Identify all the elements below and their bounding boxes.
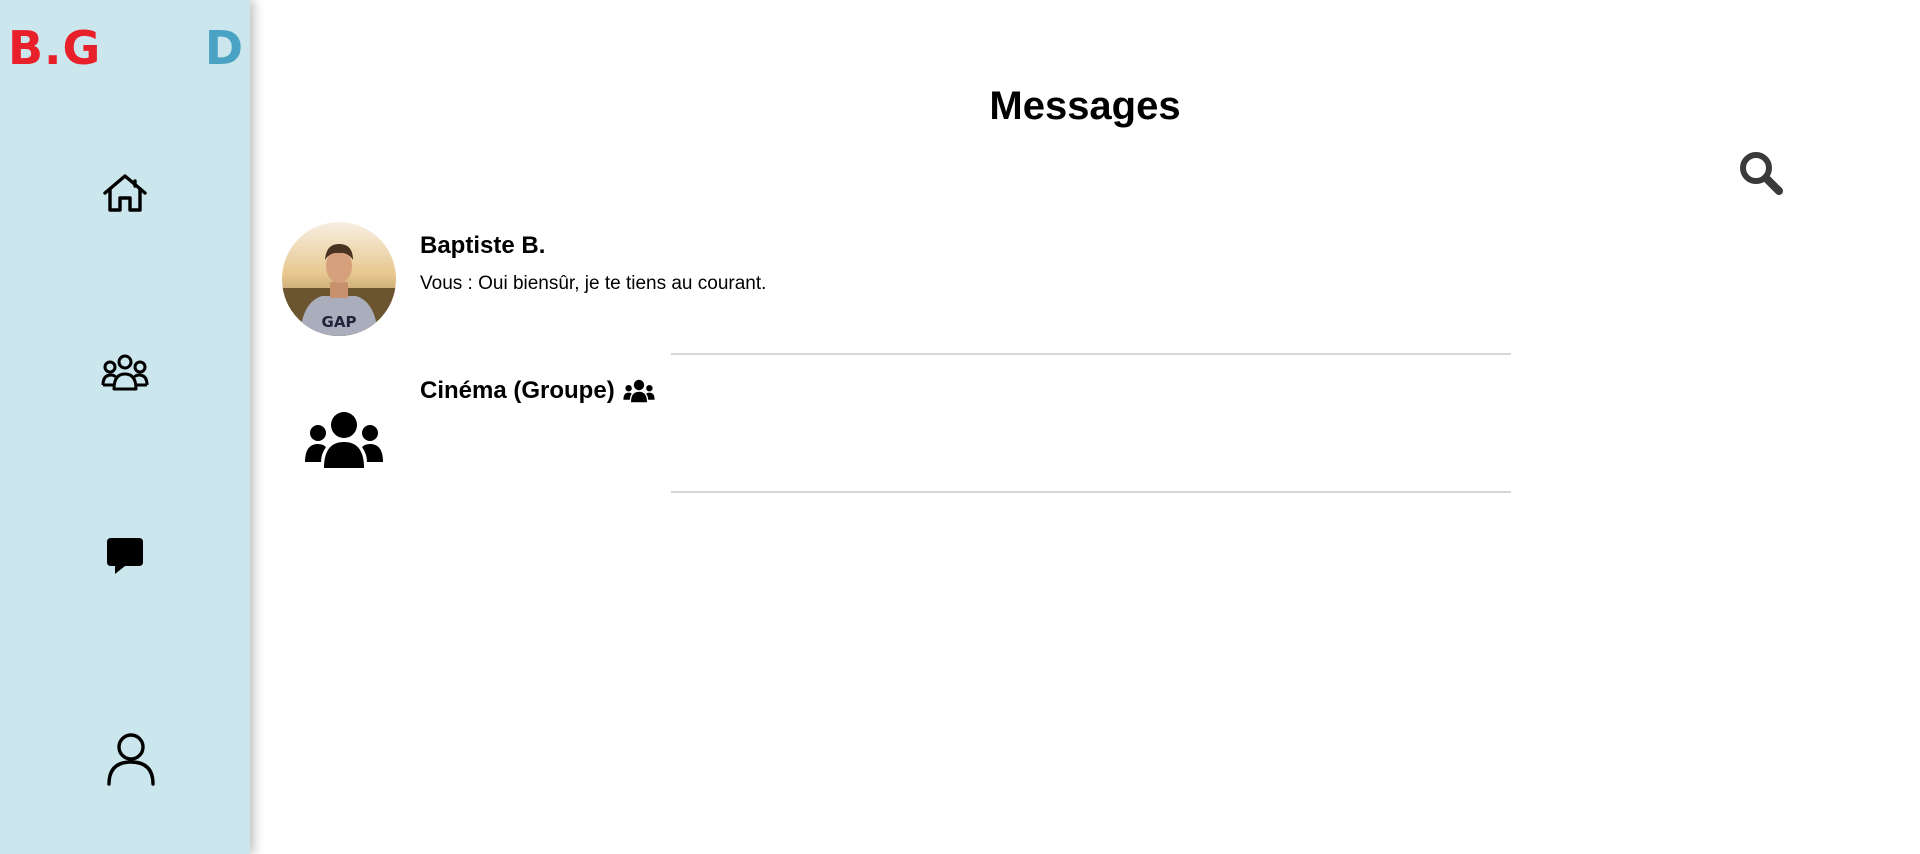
nav-groups[interactable] bbox=[93, 345, 157, 400]
divider bbox=[671, 353, 1511, 355]
nav-home[interactable] bbox=[95, 165, 155, 220]
logo-text-left: B.G bbox=[8, 21, 102, 75]
group-avatar-icon bbox=[305, 412, 383, 468]
nav-profile[interactable] bbox=[100, 728, 162, 790]
home-icon bbox=[103, 173, 147, 212]
conversation-item[interactable]: Cinéma (Groupe) bbox=[282, 360, 1582, 490]
user-icon bbox=[107, 733, 155, 786]
groups-icon bbox=[623, 379, 655, 403]
page-title: Messages bbox=[989, 84, 1181, 128]
conversation-preview: Vous : Oui biensûr, je te tiens au coura… bbox=[420, 273, 767, 294]
search-button[interactable] bbox=[1738, 150, 1784, 196]
app-logo[interactable]: B.G D bbox=[8, 10, 244, 86]
divider bbox=[671, 491, 1511, 493]
sound-wave-icon bbox=[105, 13, 202, 83]
conversation-name-row: Cinéma (Groupe) bbox=[420, 377, 655, 405]
logo-text-right: D bbox=[204, 21, 244, 75]
nav-messages[interactable] bbox=[98, 528, 152, 583]
chat-bubble-icon bbox=[107, 537, 143, 574]
sidebar: B.G D bbox=[0, 0, 250, 854]
avatar: GAP bbox=[282, 222, 396, 336]
conversation-item[interactable]: GAP Baptiste B. Vous : Oui biensûr, je t… bbox=[282, 222, 1582, 352]
search-icon bbox=[1740, 152, 1783, 195]
conversation-name: Baptiste B. bbox=[420, 232, 546, 259]
conversation-name: Cinéma (Groupe) bbox=[420, 377, 615, 404]
groups-icon bbox=[101, 354, 149, 390]
contact-photo: GAP bbox=[282, 222, 396, 336]
svg-text:GAP: GAP bbox=[322, 313, 357, 331]
